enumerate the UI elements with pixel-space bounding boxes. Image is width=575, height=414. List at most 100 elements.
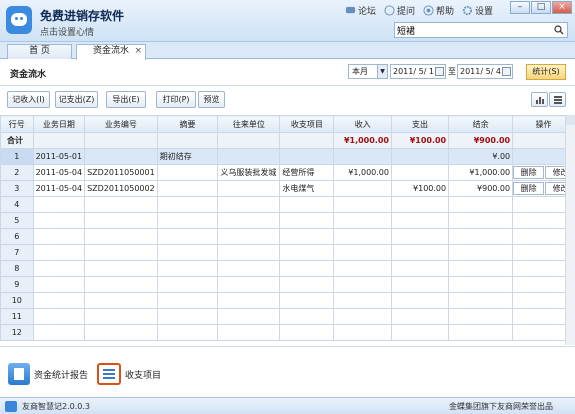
cell-expense[interactable] xyxy=(390,212,450,229)
cell-summary[interactable] xyxy=(156,308,219,325)
tab-home[interactable]: 首 页 xyxy=(7,44,72,59)
cell-expense[interactable] xyxy=(390,228,450,245)
income-expense-items-link[interactable]: 收支项目 xyxy=(97,363,161,385)
cell-expense[interactable] xyxy=(390,324,450,341)
cell-income[interactable] xyxy=(333,228,392,245)
search-input[interactable] xyxy=(395,23,545,37)
cell-summary[interactable] xyxy=(156,244,219,261)
cell-code[interactable] xyxy=(84,196,158,213)
table-row[interactable]: 12 xyxy=(0,324,575,341)
cell-date[interactable]: 2011-05-04 xyxy=(32,164,86,181)
cell-code[interactable] xyxy=(84,308,158,325)
cell-income[interactable] xyxy=(333,148,392,165)
cell-income[interactable] xyxy=(333,308,392,325)
cell-income[interactable] xyxy=(333,276,392,293)
cell-expense[interactable] xyxy=(390,308,450,325)
cell-summary[interactable] xyxy=(156,276,219,293)
cell-party[interactable] xyxy=(217,308,281,325)
tab-cash-flow[interactable]: 资金流水 × xyxy=(76,44,146,60)
cell-date[interactable]: 2011-05-04 xyxy=(32,180,86,197)
print-button[interactable]: 打印(P) xyxy=(156,91,196,108)
settings-link[interactable]: 设置 xyxy=(462,4,493,17)
cell-summary[interactable]: 期初结存 xyxy=(156,148,219,165)
cell-income[interactable] xyxy=(333,260,392,277)
col-header-party[interactable]: 往来单位 xyxy=(217,115,281,133)
cell-date[interactable] xyxy=(32,308,86,325)
cell-income[interactable] xyxy=(333,324,392,341)
cell-date[interactable] xyxy=(32,324,86,341)
col-header-date[interactable]: 业务日期 xyxy=(32,115,86,133)
cell-income[interactable] xyxy=(333,180,392,197)
col-header-item[interactable]: 收支项目 xyxy=(279,115,335,133)
cell-income[interactable] xyxy=(333,244,392,261)
cell-balance[interactable] xyxy=(448,228,514,245)
chevron-down-icon[interactable]: ▼ xyxy=(377,65,387,78)
statistics-button[interactable]: 统计(S) xyxy=(526,64,566,80)
table-row[interactable]: 5 xyxy=(0,212,575,229)
cell-party[interactable]: 义乌服装批发城 xyxy=(217,164,281,181)
cell-summary[interactable] xyxy=(156,292,219,309)
question-link[interactable]: 提问 xyxy=(384,4,415,17)
cell-item[interactable]: 水电煤气 xyxy=(279,180,335,197)
cell-party[interactable] xyxy=(217,148,281,165)
cash-report-link[interactable]: 资金统计报告 xyxy=(8,363,88,385)
cell-party[interactable] xyxy=(217,244,281,261)
cell-date[interactable]: 2011-05-01 xyxy=(32,148,86,165)
cell-code[interactable]: SZD2011050002 xyxy=(84,180,158,197)
cell-party[interactable] xyxy=(217,228,281,245)
export-button[interactable]: 导出(E) xyxy=(106,91,146,108)
cell-date[interactable] xyxy=(32,228,86,245)
cell-balance[interactable] xyxy=(448,212,514,229)
cell-balance[interactable]: ¥1,000.00 xyxy=(448,164,514,181)
cell-item[interactable] xyxy=(279,308,335,325)
cell-expense[interactable] xyxy=(390,148,450,165)
cell-balance[interactable] xyxy=(448,308,514,325)
cell-code[interactable] xyxy=(84,228,158,245)
col-header-balance[interactable]: 结余 xyxy=(448,115,514,133)
cell-expense[interactable] xyxy=(390,164,450,181)
cell-code[interactable] xyxy=(84,244,158,261)
cell-item[interactable] xyxy=(279,292,335,309)
cell-income[interactable] xyxy=(333,196,392,213)
cell-balance[interactable] xyxy=(448,324,514,341)
cell-code[interactable] xyxy=(84,276,158,293)
cell-code[interactable] xyxy=(84,292,158,309)
cell-summary[interactable] xyxy=(156,260,219,277)
cell-item[interactable] xyxy=(279,324,335,341)
search-icon[interactable] xyxy=(554,25,564,35)
table-row[interactable]: 2 2011-05-04 SZD2011050001 义乌服装批发城 经营所得 ¥1,00… xyxy=(0,164,575,181)
cell-code[interactable] xyxy=(84,260,158,277)
table-row[interactable]: 8 xyxy=(0,260,575,277)
cell-income[interactable]: ¥1,000.00 xyxy=(333,164,392,181)
cell-balance[interactable] xyxy=(448,292,514,309)
cell-code[interactable] xyxy=(84,324,158,341)
cell-code[interactable] xyxy=(84,212,158,229)
cell-expense[interactable]: ¥100.00 xyxy=(390,180,450,197)
cell-item[interactable]: 经营所得 xyxy=(279,164,335,181)
preview-button[interactable]: 预览 xyxy=(198,91,225,108)
cell-party[interactable] xyxy=(217,196,281,213)
forum-link[interactable]: 论坛 xyxy=(345,4,376,17)
maximize-button[interactable]: □ xyxy=(531,1,551,14)
minimize-button[interactable]: – xyxy=(510,1,530,14)
list-view-button[interactable] xyxy=(549,92,566,107)
table-row[interactable]: 7 xyxy=(0,244,575,261)
table-row[interactable]: 3 2011-05-04 SZD2011050002 水电煤气 ¥100.00 ¥900.… xyxy=(0,180,575,197)
record-expense-button[interactable]: 记支出(Z) xyxy=(55,91,98,108)
help-link[interactable]: 帮助 xyxy=(423,4,454,17)
mood-setting-link[interactable]: 点击设置心情 xyxy=(40,25,94,38)
cell-expense[interactable] xyxy=(390,196,450,213)
cell-party[interactable] xyxy=(217,212,281,229)
cell-summary[interactable] xyxy=(156,180,219,197)
cell-balance[interactable] xyxy=(448,260,514,277)
cell-balance[interactable]: ¥900.00 xyxy=(448,180,514,197)
cell-summary[interactable] xyxy=(156,212,219,229)
col-header-row-no[interactable]: 行号 xyxy=(0,115,34,133)
calendar-icon[interactable] xyxy=(502,67,511,76)
col-header-code[interactable]: 业务编号 xyxy=(84,115,158,133)
vertical-scrollbar[interactable] xyxy=(565,115,575,345)
scroll-up-button[interactable] xyxy=(566,115,575,125)
cell-summary[interactable] xyxy=(156,228,219,245)
cell-summary[interactable] xyxy=(156,324,219,341)
cell-code[interactable]: SZD2011050001 xyxy=(84,164,158,181)
